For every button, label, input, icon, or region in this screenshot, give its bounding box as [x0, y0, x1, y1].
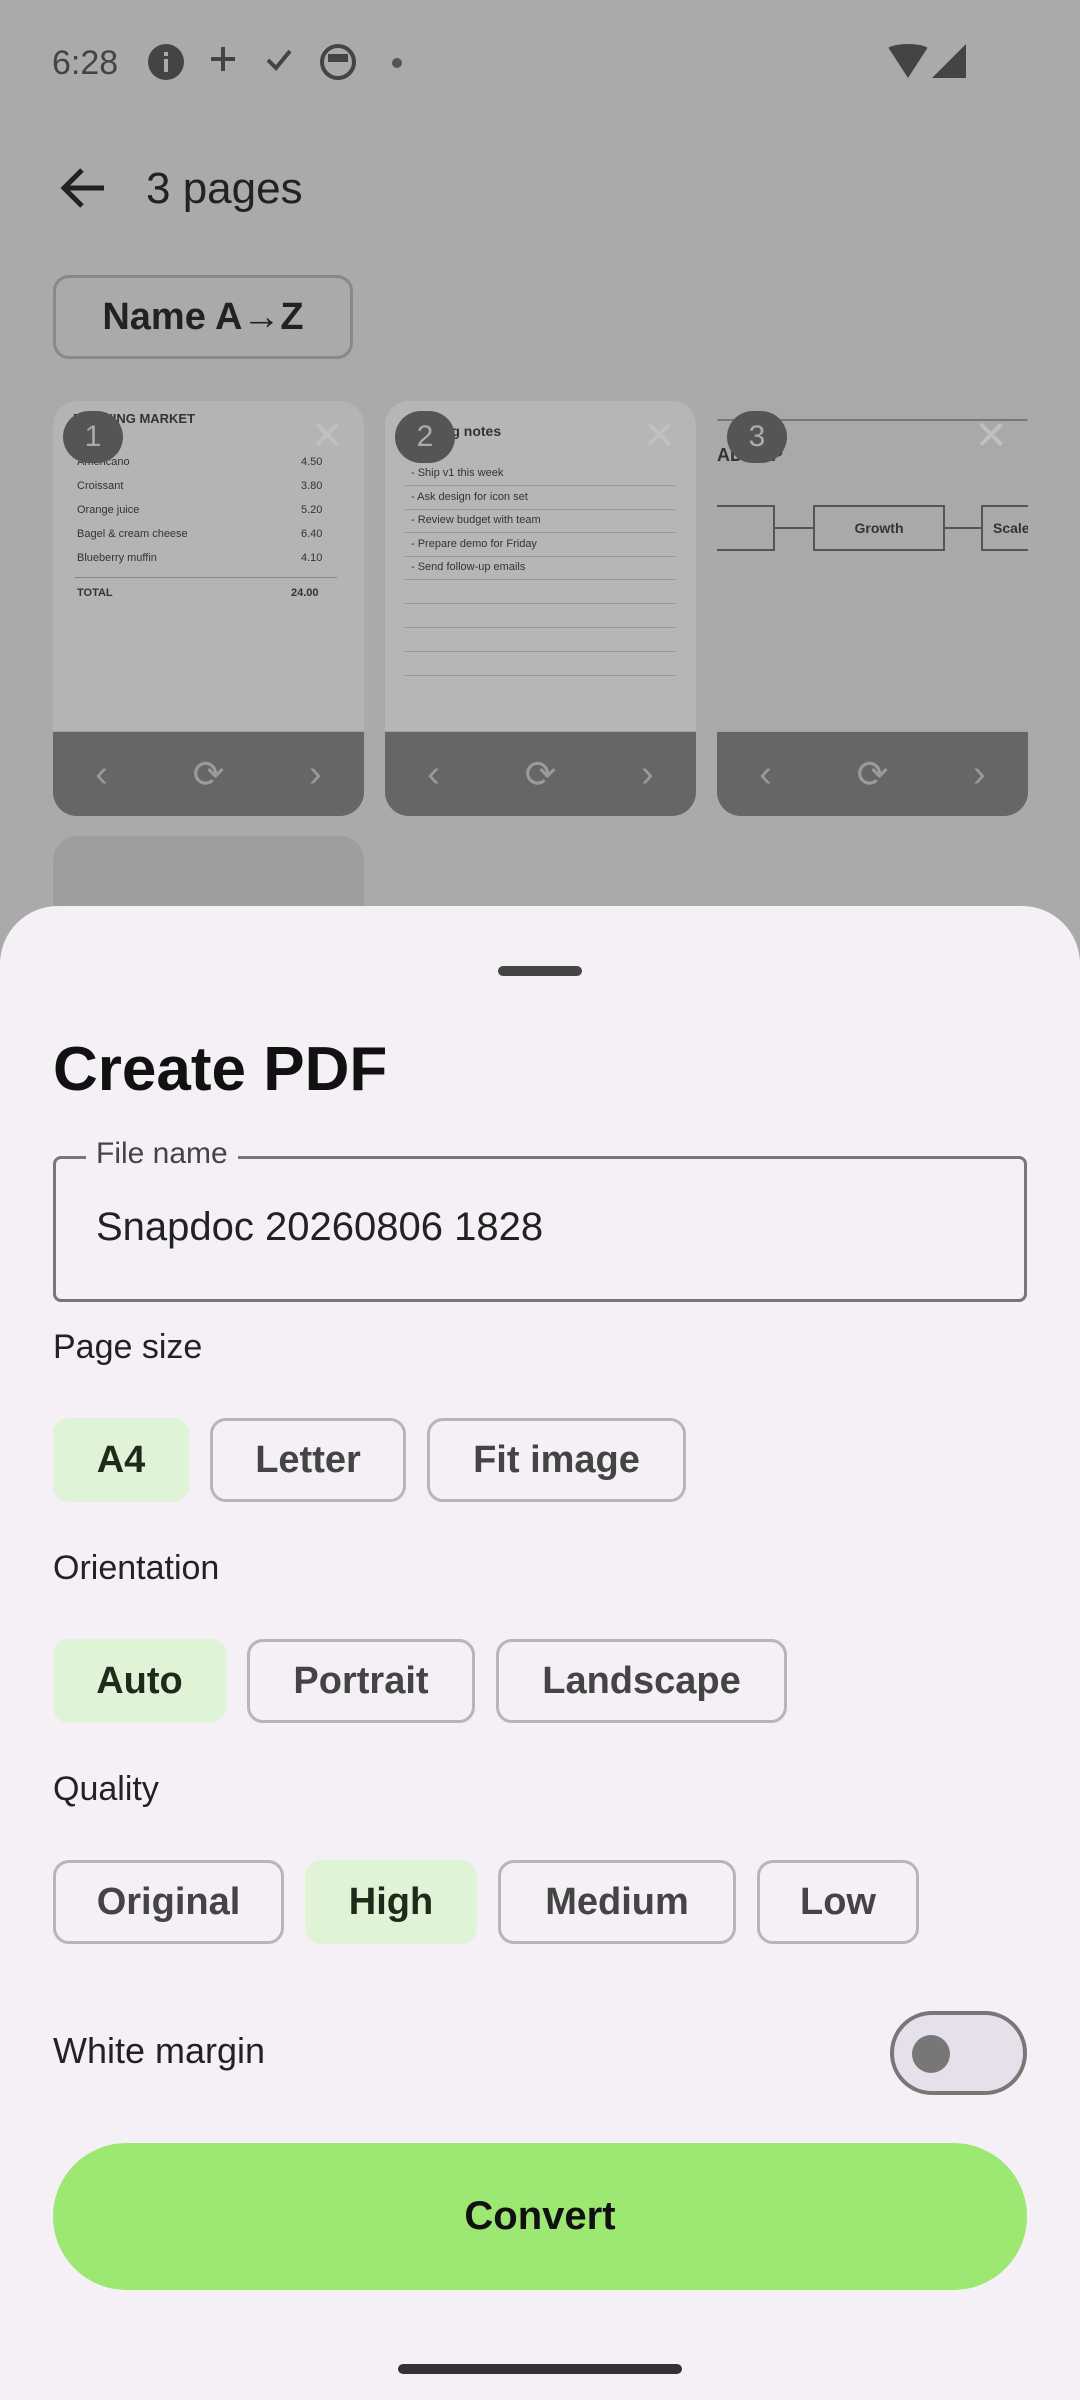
receipt-price: 6.40	[301, 528, 323, 540]
ruled-line	[405, 532, 675, 533]
ruled-line	[405, 603, 675, 604]
quality-low-chip[interactable]: Low	[757, 1860, 919, 1944]
rotate-icon[interactable]: ⟳	[193, 752, 225, 797]
notes-line: - Ship v1 this week	[411, 467, 504, 479]
page-number-badge: 3	[727, 411, 787, 463]
file-name-input[interactable]: Snapdoc 20260806 1828	[96, 1205, 543, 1250]
sheet-title: Create PDF	[53, 1035, 388, 1104]
quality-medium-chip[interactable]: Medium	[498, 1860, 736, 1944]
check-icon	[262, 42, 296, 85]
connector-line	[945, 527, 981, 529]
chevron-left-icon[interactable]: ‹	[95, 753, 108, 796]
connector-line	[775, 527, 813, 529]
receipt-price: 3.80	[301, 480, 323, 492]
orientation-auto-chip[interactable]: Auto	[53, 1639, 226, 1723]
back-arrow-icon[interactable]	[56, 160, 112, 216]
close-icon[interactable]: ✕	[974, 413, 1008, 459]
ruled-line	[405, 675, 675, 676]
receipt-total-value: 24.00	[291, 587, 319, 599]
close-icon[interactable]: ✕	[642, 413, 676, 459]
sort-button[interactable]: Name A→Z	[53, 275, 353, 359]
chevron-left-icon[interactable]: ‹	[759, 753, 772, 796]
chevron-left-icon[interactable]: ‹	[427, 753, 440, 796]
ruled-line	[405, 485, 675, 486]
page-size-a4-chip[interactable]: A4	[53, 1418, 189, 1502]
receipt-item: Bagel & cream cheese	[77, 528, 188, 540]
info-icon	[146, 42, 186, 91]
cellular-signal-icon	[932, 44, 966, 78]
page-size-letter-chip[interactable]: Letter	[210, 1418, 406, 1502]
receipt-item: Blueberry muffin	[77, 552, 157, 564]
thumbnail-controls: ‹ ⟳ ›	[717, 732, 1028, 816]
ruled-line	[405, 509, 675, 510]
create-pdf-sheet: Create PDF File name Snapdoc 20260806 18…	[0, 906, 1080, 2400]
status-bar: 6:28	[0, 0, 1080, 130]
notes-line: - Prepare demo for Friday	[411, 538, 537, 550]
page-size-label: Page size	[53, 1328, 203, 1366]
page-number-badge: 1	[63, 411, 123, 463]
divider	[75, 577, 337, 578]
quality-original-chip[interactable]: Original	[53, 1860, 284, 1944]
file-name-label: File name	[86, 1137, 238, 1171]
white-margin-label: White margin	[53, 2030, 266, 2071]
notification-dot-icon	[392, 58, 402, 68]
orientation-label: Orientation	[53, 1549, 220, 1587]
thumbnail-controls: ‹ ⟳ ›	[53, 732, 364, 816]
orientation-portrait-chip[interactable]: Portrait	[247, 1639, 475, 1723]
ruled-line	[405, 579, 675, 580]
page-title: 3 pages	[146, 164, 303, 213]
page-thumbnail-3[interactable]: ADMAP Growth Scale 3 ✕ ‹ ⟳ ›	[717, 401, 1028, 816]
chevron-right-icon[interactable]: ›	[641, 753, 654, 796]
ruled-line	[405, 627, 675, 628]
file-name-field[interactable]: File name Snapdoc 20260806 1828	[53, 1137, 1027, 1302]
ruled-line	[405, 556, 675, 557]
quality-label: Quality	[53, 1770, 159, 1808]
chevron-right-icon[interactable]: ›	[973, 753, 986, 796]
diagram-box	[717, 505, 775, 551]
wifi-icon	[886, 44, 930, 78]
notes-line: - Review budget with team	[411, 514, 541, 526]
diagram-box-label: Scale	[993, 520, 1028, 536]
chevron-right-icon[interactable]: ›	[309, 753, 322, 796]
rotate-icon[interactable]: ⟳	[857, 752, 889, 797]
receipt-total-label: TOTAL	[77, 587, 113, 599]
close-icon[interactable]: ✕	[310, 413, 344, 459]
thumbnail-controls: ‹ ⟳ ›	[385, 732, 696, 816]
diagram-box: Scale	[981, 505, 1028, 551]
notes-line: - Ask design for icon set	[411, 491, 528, 503]
page-size-fit-image-chip[interactable]: Fit image	[427, 1418, 686, 1502]
receipt-item: Croissant	[77, 480, 124, 492]
quality-high-chip[interactable]: High	[305, 1860, 477, 1944]
notes-line: - Send follow-up emails	[411, 561, 526, 573]
rotate-icon[interactable]: ⟳	[525, 752, 557, 797]
ruled-line	[405, 651, 675, 652]
receipt-price: 4.10	[301, 552, 323, 564]
diagram-box-label: Growth	[854, 520, 904, 536]
orientation-landscape-chip[interactable]: Landscape	[496, 1639, 787, 1723]
page-thumbnail-2[interactable]: Meeting notes - Ship v1 this week - Ask …	[385, 401, 696, 816]
gesture-nav-bar[interactable]	[398, 2364, 682, 2374]
diagram-box: Growth	[813, 505, 945, 551]
toggle-knob	[912, 2035, 950, 2073]
drag-handle[interactable]	[498, 966, 582, 976]
convert-button[interactable]: Convert	[53, 2143, 1027, 2290]
page-number-badge: 2	[395, 411, 455, 463]
plus-icon	[206, 42, 240, 85]
page-thumbnail-1[interactable]: MORNING MARKET Americano 4.50 Croissant …	[53, 401, 364, 816]
receipt-item: Orange juice	[77, 504, 140, 516]
white-margin-toggle[interactable]	[890, 2011, 1027, 2095]
robot-icon	[318, 42, 358, 91]
status-time: 6:28	[52, 44, 119, 82]
receipt-price: 5.20	[301, 504, 323, 516]
